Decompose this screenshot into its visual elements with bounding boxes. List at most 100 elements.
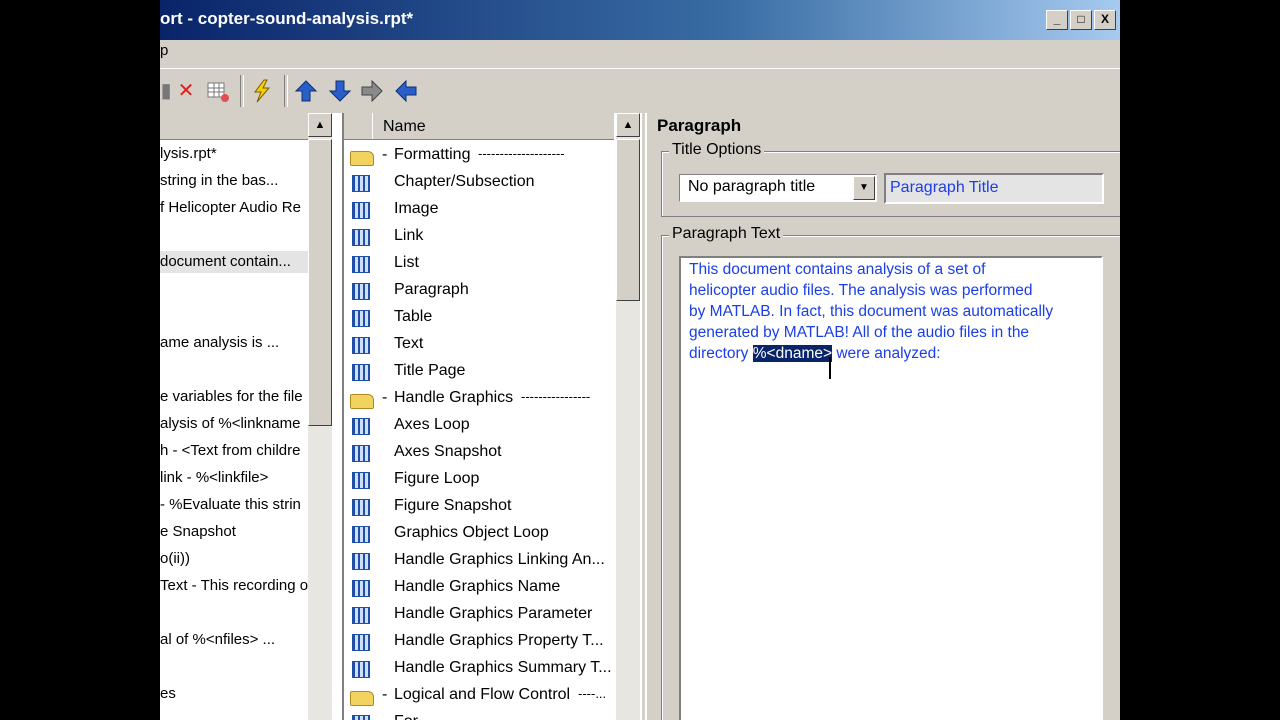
window-title: ort - copter-sound-analysis.rpt* bbox=[160, 9, 414, 28]
paragraph-text-area[interactable]: This document contains analysis of a set… bbox=[679, 256, 1103, 720]
component-folder[interactable]: - Handle Graphics ---------------- bbox=[344, 386, 614, 413]
text-line: This document contains analysis of a set… bbox=[689, 261, 986, 278]
component-item[interactable]: Handle Graphics Linking An... bbox=[344, 548, 614, 575]
properties-pane: Paragraph Title Options No paragraph tit… bbox=[645, 113, 1120, 720]
component-item[interactable]: Figure Snapshot bbox=[344, 494, 614, 521]
table-icon[interactable] bbox=[206, 79, 230, 103]
component-scrollbar[interactable]: ▲ bbox=[616, 113, 640, 720]
component-folder[interactable]: - Formatting -------------------- bbox=[344, 143, 614, 170]
menu-item-help[interactable]: p bbox=[160, 42, 168, 59]
outline-item[interactable] bbox=[160, 278, 308, 300]
component-item[interactable]: Handle Graphics Summary T... bbox=[344, 656, 614, 683]
move-left-icon[interactable] bbox=[394, 79, 418, 103]
text-cursor bbox=[829, 357, 831, 379]
collapse-toggle[interactable]: - bbox=[382, 389, 387, 407]
text-line: directory %<dname> were analyzed: bbox=[689, 345, 941, 363]
component-label: Handle Graphics Name bbox=[394, 578, 561, 595]
component-label: Link bbox=[394, 227, 424, 244]
component-item[interactable]: Handle Graphics Parameter bbox=[344, 602, 614, 629]
scroll-up-button[interactable]: ▲ bbox=[616, 113, 640, 137]
outline-item[interactable]: Text - This recording o bbox=[160, 575, 308, 597]
outline-item[interactable]: document contain... bbox=[160, 251, 308, 273]
move-right-icon[interactable] bbox=[360, 79, 384, 103]
component-item[interactable]: Axes Loop bbox=[344, 413, 614, 440]
component-item[interactable]: Handle Graphics Name bbox=[344, 575, 614, 602]
component-item[interactable]: Image bbox=[344, 197, 614, 224]
lightning-icon[interactable] bbox=[250, 79, 274, 103]
component-icon bbox=[352, 445, 370, 462]
component-item[interactable]: Paragraph bbox=[344, 278, 614, 305]
outline-item[interactable]: al of %<nfiles> ... bbox=[160, 629, 308, 651]
component-label: Paragraph bbox=[394, 281, 469, 298]
component-item[interactable]: Graphics Object Loop bbox=[344, 521, 614, 548]
scroll-up-button[interactable]: ▲ bbox=[308, 113, 332, 137]
component-item[interactable]: Axes Snapshot bbox=[344, 440, 614, 467]
outline-item[interactable] bbox=[160, 305, 308, 327]
outline-item[interactable]: es bbox=[160, 683, 308, 705]
component-item[interactable]: For bbox=[344, 710, 614, 720]
selected-text: %<dname> bbox=[752, 345, 833, 362]
component-label: Handle Graphics Summary T... bbox=[394, 659, 612, 676]
outline-item[interactable]: o(ii)) bbox=[160, 548, 308, 570]
delete-icon[interactable]: ✕ bbox=[174, 79, 198, 103]
close-button[interactable]: X bbox=[1094, 10, 1116, 30]
outline-item[interactable]: h - <Text from childre bbox=[160, 440, 308, 462]
component-folder[interactable]: - Logical and Flow Control ----... bbox=[344, 683, 614, 710]
folder-separator-dashes: ----... bbox=[578, 686, 607, 701]
outline-item[interactable]: link - %<linkfile> bbox=[160, 467, 308, 489]
minimize-button[interactable]: _ bbox=[1046, 10, 1068, 30]
paragraph-title-value: Paragraph Title bbox=[890, 179, 999, 196]
component-item[interactable]: List bbox=[344, 251, 614, 278]
outline-item[interactable]: string in the bas... bbox=[160, 170, 308, 192]
outline-item[interactable] bbox=[160, 224, 308, 246]
title-mode-dropdown[interactable]: No paragraph title ▼ bbox=[679, 174, 877, 202]
folder-separator-dashes: ---------------- bbox=[521, 389, 591, 404]
outline-item[interactable]: ame analysis is ... bbox=[160, 332, 308, 354]
text-line: generated by MATLAB! All of the audio fi… bbox=[689, 324, 1030, 341]
outline-scrollbar[interactable]: ▲ bbox=[308, 113, 332, 720]
component-label: For bbox=[394, 713, 418, 720]
text-line: by MATLAB. In fact, this document was au… bbox=[689, 303, 1054, 320]
component-item[interactable]: Table bbox=[344, 305, 614, 332]
move-down-icon[interactable] bbox=[328, 79, 352, 103]
outline-item[interactable]: - %Evaluate this strin bbox=[160, 494, 308, 516]
component-icon bbox=[352, 229, 370, 246]
chevron-down-icon[interactable]: ▼ bbox=[853, 176, 875, 200]
component-item[interactable]: Text bbox=[344, 332, 614, 359]
outline-item[interactable]: alysis of %<linkname bbox=[160, 413, 308, 435]
outline-item[interactable] bbox=[160, 359, 308, 381]
scroll-thumb[interactable] bbox=[616, 139, 640, 301]
outline-item[interactable] bbox=[160, 656, 308, 678]
component-item[interactable]: Handle Graphics Property T... bbox=[344, 629, 614, 656]
component-item[interactable]: Title Page bbox=[344, 359, 614, 386]
name-column-header[interactable]: Name bbox=[372, 113, 608, 139]
toolbar-separator bbox=[284, 75, 288, 107]
component-label: Handle Graphics Property T... bbox=[394, 632, 604, 649]
component-icon bbox=[352, 715, 370, 720]
title-bar[interactable]: ort - copter-sound-analysis.rpt* _ □ X bbox=[160, 0, 1120, 40]
component-icon bbox=[352, 256, 370, 273]
outline-item[interactable]: e variables for the file bbox=[160, 386, 308, 408]
maximize-button[interactable]: □ bbox=[1070, 10, 1092, 30]
outline-item[interactable]: e Snapshot bbox=[160, 521, 308, 543]
outline-item[interactable]: f Helicopter Audio Re bbox=[160, 197, 308, 219]
component-item[interactable]: Figure Loop bbox=[344, 467, 614, 494]
component-item[interactable]: Chapter/Subsection bbox=[344, 170, 614, 197]
paragraph-title-field[interactable]: Paragraph Title bbox=[884, 173, 1104, 204]
paragraph-text-label: Paragraph Text bbox=[669, 225, 784, 243]
collapse-toggle[interactable]: - bbox=[382, 146, 387, 164]
component-icon bbox=[352, 337, 370, 354]
collapse-toggle[interactable]: - bbox=[382, 686, 387, 704]
move-up-icon[interactable] bbox=[294, 79, 318, 103]
component-label: Table bbox=[394, 308, 433, 325]
outline-item[interactable] bbox=[160, 602, 308, 624]
component-label: Handle Graphics Linking An... bbox=[394, 551, 605, 568]
component-icon bbox=[352, 661, 370, 678]
component-label: Handle Graphics Parameter bbox=[394, 605, 593, 622]
component-icon bbox=[352, 283, 370, 300]
outline-item[interactable]: lysis.rpt* bbox=[160, 143, 308, 165]
component-icon bbox=[352, 418, 370, 435]
component-label: Formatting bbox=[394, 146, 471, 163]
component-item[interactable]: Link bbox=[344, 224, 614, 251]
scroll-thumb[interactable] bbox=[308, 139, 332, 426]
